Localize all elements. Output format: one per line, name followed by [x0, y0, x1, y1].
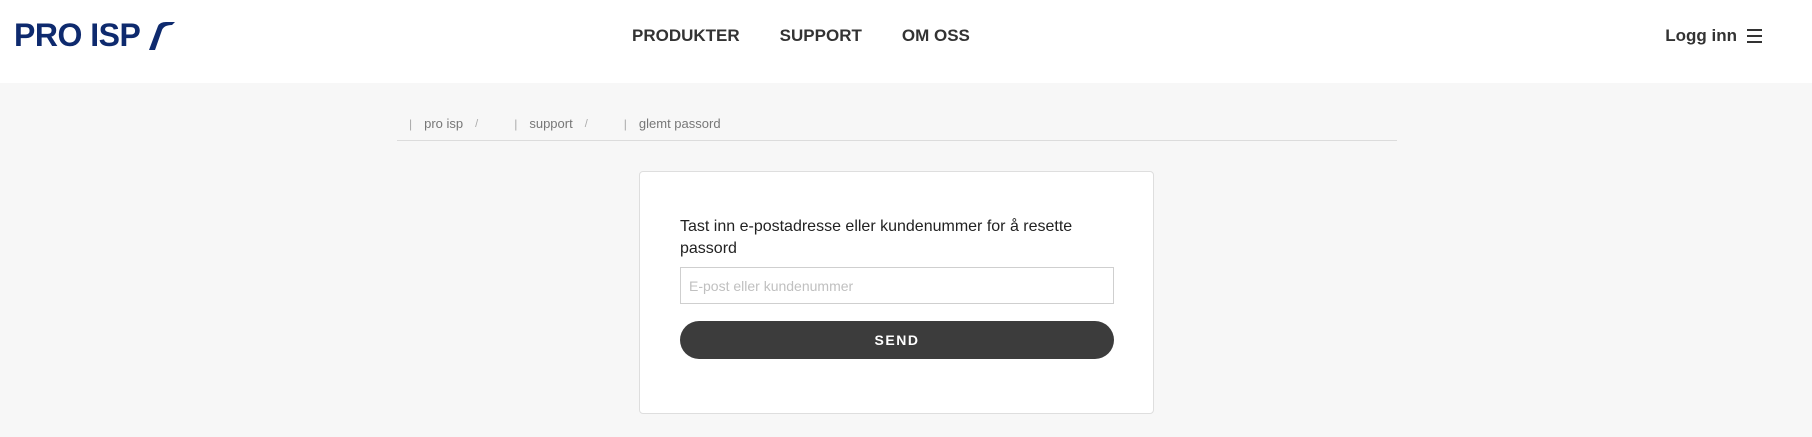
main-nav: PRODUKTER SUPPORT OM OSS [632, 0, 1010, 71]
breadcrumb-divider: | [623, 116, 627, 131]
breadcrumb-current-glemt-passord: glemt passord [638, 116, 721, 131]
logo-swoosh-icon [149, 22, 176, 50]
login-label: Logg inn [1665, 25, 1737, 45]
brand-name: PRO ISP [14, 17, 141, 53]
breadcrumb: | pro isp / | support / | glemt passord [397, 116, 1397, 141]
breadcrumb-separator: / [584, 117, 588, 130]
login-button[interactable]: Logg inn [1665, 0, 1762, 71]
breadcrumb-link-pro-isp[interactable]: pro isp [424, 116, 463, 131]
breadcrumb-item: | support / [502, 116, 588, 131]
password-reset-card: Tast inn e-postadresse eller kundenummer… [639, 171, 1154, 414]
brand-logo[interactable]: PRO ISP [14, 18, 176, 52]
nav-item-produkter[interactable]: PRODUKTER [632, 26, 740, 46]
breadcrumb-item: | glemt passord [612, 116, 721, 131]
breadcrumb-divider: | [409, 116, 413, 131]
nav-item-support[interactable]: SUPPORT [780, 26, 862, 46]
breadcrumb-divider: | [514, 116, 518, 131]
site-header: PRO ISP PRODUKTER SUPPORT OM OSS Logg in… [0, 0, 1812, 83]
hamburger-menu-icon[interactable] [1747, 28, 1762, 43]
nav-item-om-oss[interactable]: OM OSS [902, 26, 970, 46]
breadcrumb-item: | pro isp / [397, 116, 478, 131]
email-or-customer-number-input[interactable] [680, 267, 1114, 304]
breadcrumb-link-support[interactable]: support [529, 116, 572, 131]
reset-instruction-text: Tast inn e-postadresse eller kundenummer… [680, 218, 1073, 257]
send-button[interactable]: SEND [680, 321, 1114, 359]
breadcrumb-separator: / [475, 117, 479, 130]
